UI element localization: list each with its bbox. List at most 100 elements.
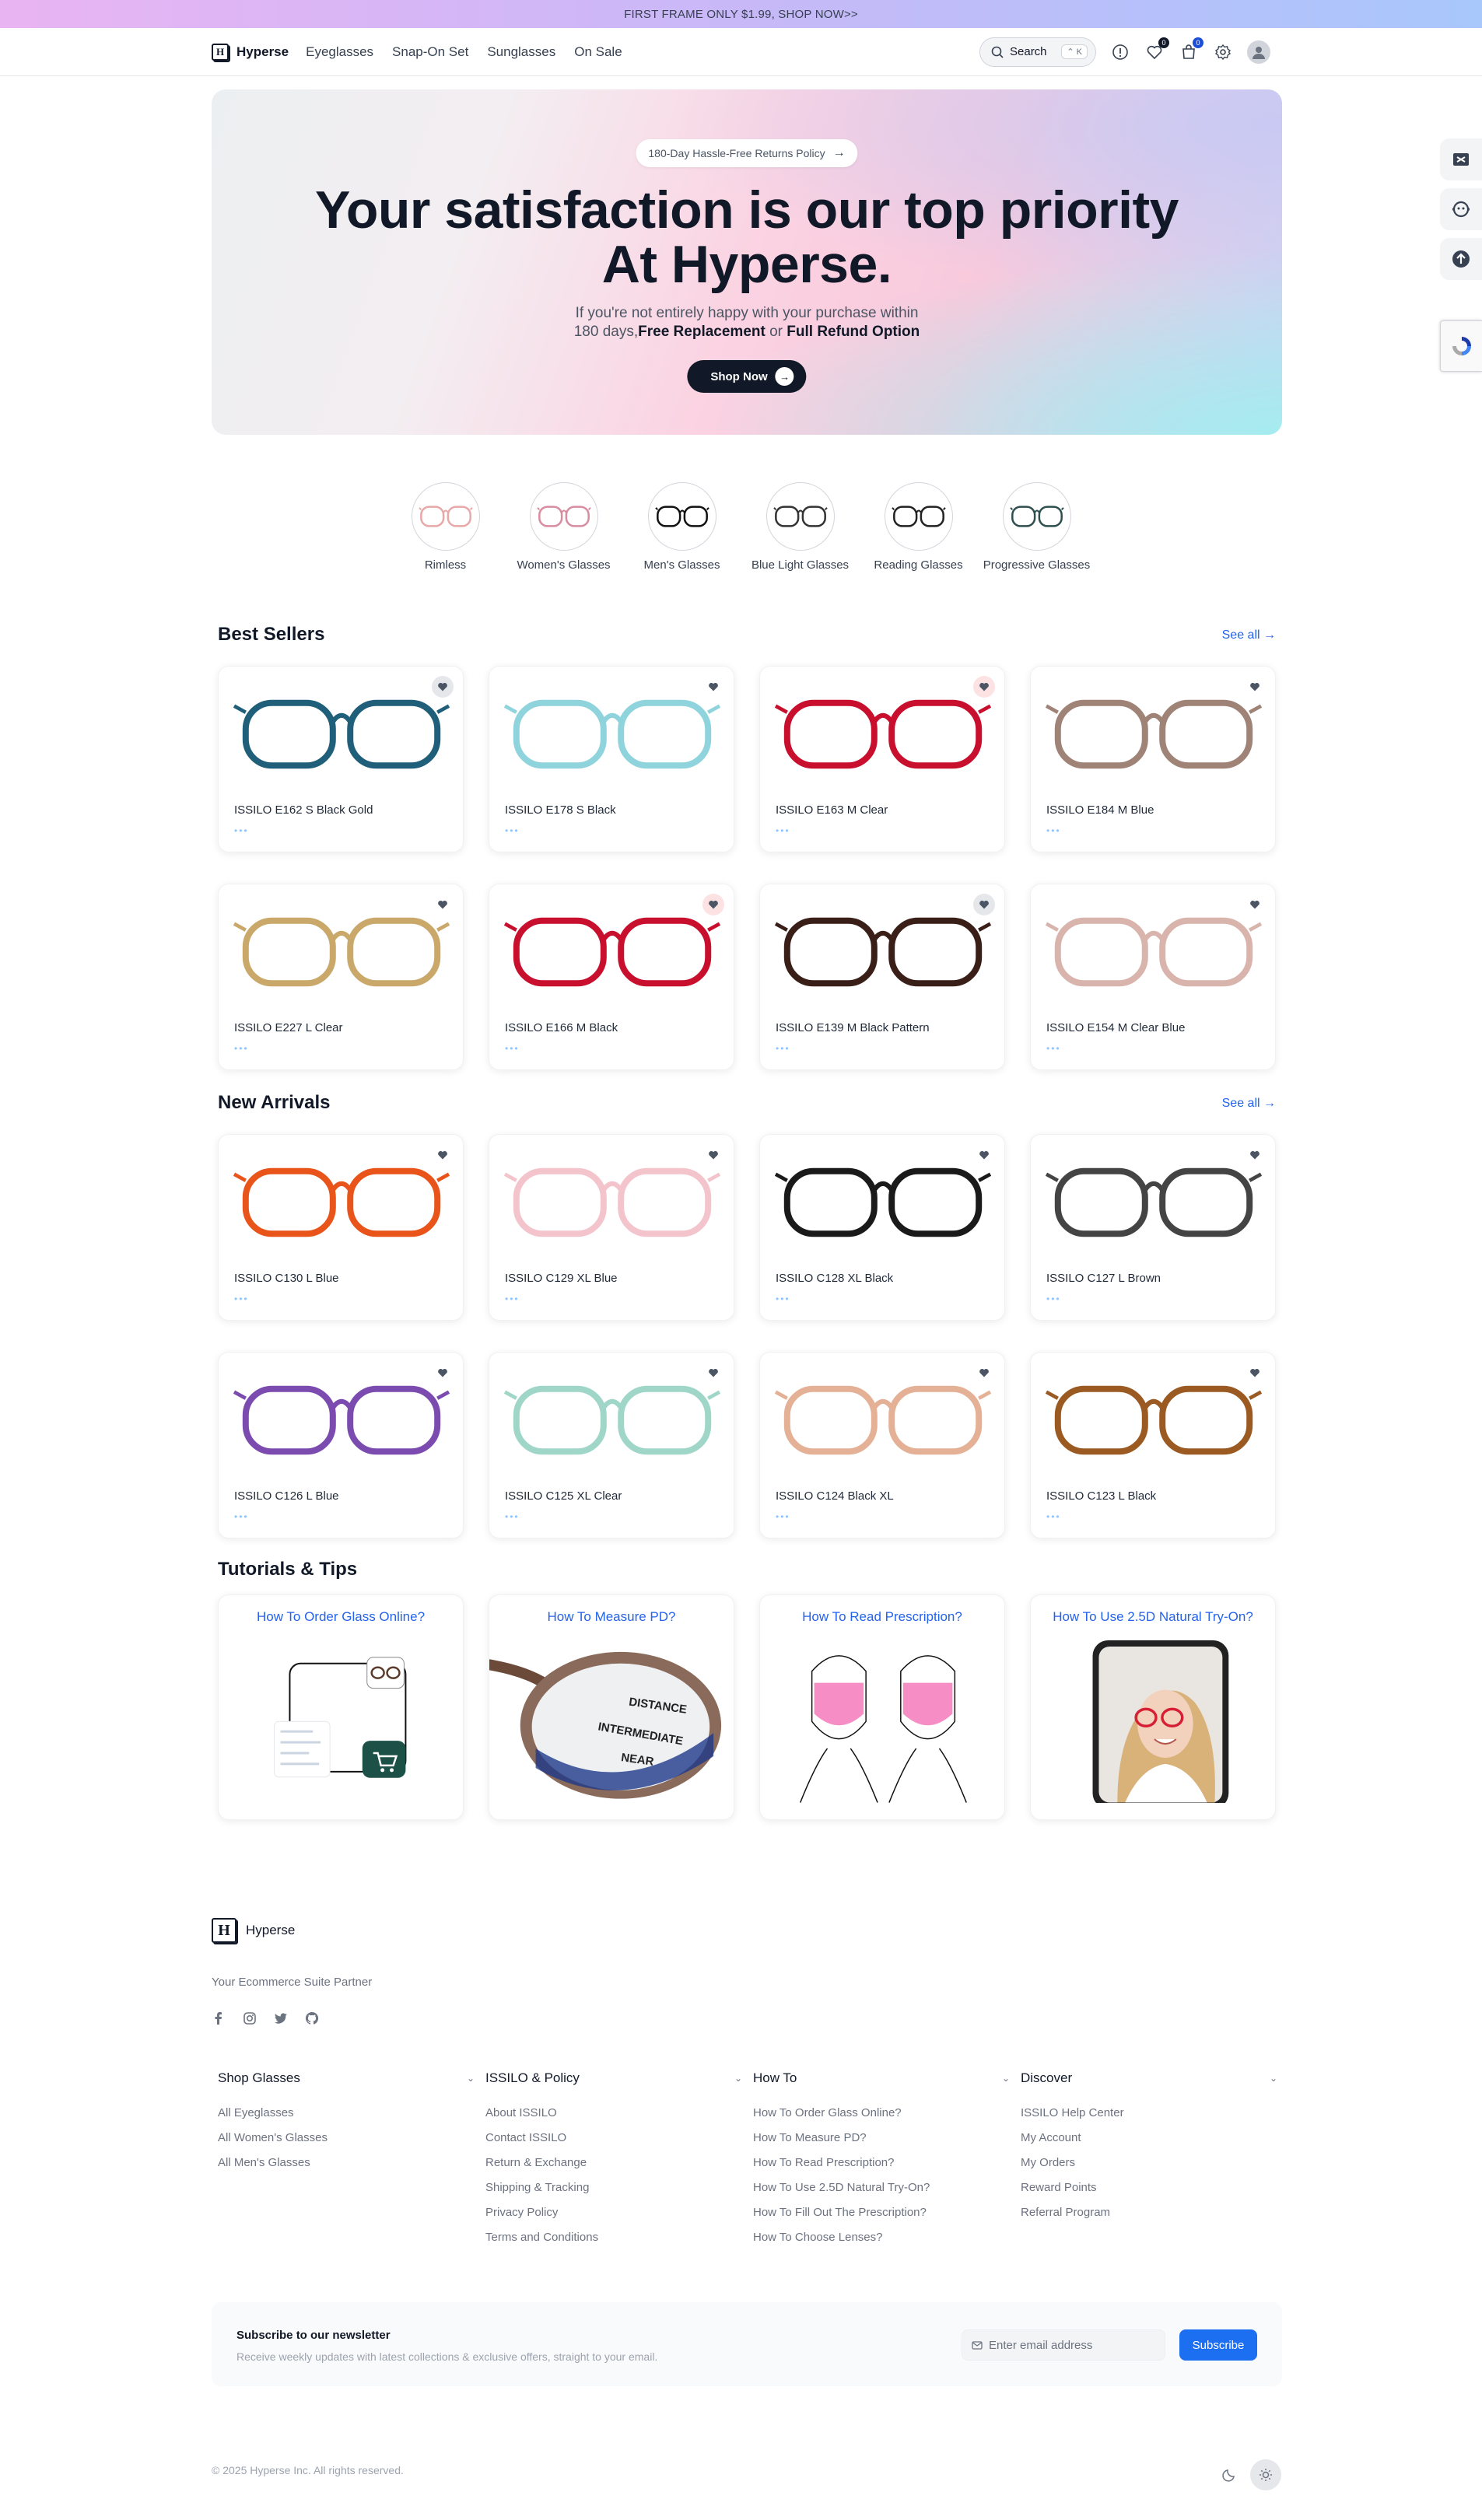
wishlist-toggle[interactable] [702,1362,724,1384]
product-card[interactable]: ISSILO E163 M Clear ••• [759,666,1005,852]
wishlist-toggle[interactable] [973,894,995,915]
category-item[interactable]: Reading Glasses [874,482,963,572]
footer-link[interactable]: All Men's Glasses [218,2156,478,2181]
footer-link[interactable]: My Account [1021,2131,1281,2156]
footer-link[interactable]: How To Use 2.5D Natural Try-On? [753,2181,1013,2206]
product-name[interactable]: ISSILO E154 M Clear Blue [1046,1021,1185,1034]
twitter-icon[interactable] [274,2011,288,2025]
tutorial-card-prescription[interactable]: How To Read Prescription? [759,1594,1005,1820]
promo-text[interactable]: FIRST FRAME ONLY $1.99, SHOP NOW>> [624,8,858,21]
footer-link[interactable]: About ISSILO [485,2106,745,2131]
product-card[interactable]: ISSILO E184 M Blue ••• [1030,666,1276,852]
footer-link[interactable]: How To Read Prescription? [753,2156,1013,2181]
new-arrivals-see-all-link[interactable]: See all → [1222,1097,1276,1111]
footer-link[interactable]: All Women's Glasses [218,2131,478,2156]
product-name[interactable]: ISSILO C130 L Blue [234,1272,339,1285]
product-name[interactable]: ISSILO C125 XL Clear [505,1489,622,1503]
category-item[interactable]: Progressive Glasses [983,482,1090,572]
promo-banner[interactable]: FIRST FRAME ONLY $1.99, SHOP NOW>> [0,0,1482,28]
product-card[interactable]: ISSILO C130 L Blue ••• [218,1134,464,1321]
product-name[interactable]: ISSILO E139 M Black Pattern [776,1021,930,1034]
footer-link[interactable]: Return & Exchange [485,2156,745,2181]
wishlist-toggle[interactable] [973,1144,995,1166]
footer-link[interactable]: All Eyeglasses [218,2106,478,2131]
product-card[interactable]: ISSILO C127 L Brown ••• [1030,1134,1276,1321]
nav-sunglasses[interactable]: Sunglasses [487,44,555,60]
nav-on-sale[interactable]: On Sale [574,44,622,60]
returns-policy-pill[interactable]: 180-Day Hassle-Free Returns Policy → [636,139,858,167]
user-avatar[interactable] [1247,40,1270,64]
product-name[interactable]: ISSILO E227 L Clear [234,1021,343,1034]
footer-link[interactable]: How To Measure PD? [753,2131,1013,2156]
wishlist-toggle[interactable] [702,894,724,915]
product-name[interactable]: ISSILO C126 L Blue [234,1489,339,1503]
facebook-icon[interactable] [212,2011,226,2025]
tutorial-card-try-on[interactable]: How To Use 2.5D Natural Try-On? [1030,1594,1276,1820]
wishlist-toggle[interactable] [702,1144,724,1166]
footer-link[interactable]: Contact ISSILO [485,2131,745,2156]
wishlist-toggle[interactable] [973,1362,995,1384]
footer-column-header[interactable]: Shop Glasses ⌄ [218,2070,475,2086]
product-name[interactable]: ISSILO C127 L Brown [1046,1272,1161,1285]
brand-logo[interactable]: H Hyperse [212,43,289,61]
product-name[interactable]: ISSILO E166 M Black [505,1021,618,1034]
product-name[interactable]: ISSILO E162 S Black Gold [234,803,373,817]
light-mode-toggle[interactable] [1250,2459,1281,2490]
wishlist-button[interactable]: 0 [1144,37,1169,62]
github-icon[interactable] [305,2011,319,2025]
wishlist-toggle[interactable] [1244,894,1266,915]
footer-link[interactable]: How To Fill Out The Prescription? [753,2206,1013,2231]
product-name[interactable]: ISSILO E163 M Clear [776,803,888,817]
tutorial-card-measure-pd[interactable]: How To Measure PD? DISTANCE INTERMEDIATE… [489,1594,734,1820]
newsletter-email-field[interactable]: Enter email address [962,2329,1165,2361]
product-card[interactable]: ISSILO E166 M Black ••• [489,884,734,1070]
shop-now-button[interactable]: Shop Now → [687,360,807,393]
settings-button[interactable] [1213,42,1233,62]
scroll-to-top-button[interactable] [1440,238,1482,280]
wishlist-toggle[interactable] [432,676,454,698]
product-card[interactable]: ISSILO C124 Black XL ••• [759,1352,1005,1538]
wishlist-toggle[interactable] [432,1144,454,1166]
footer-link[interactable]: ISSILO Help Center [1021,2106,1281,2131]
product-card[interactable]: ISSILO C128 XL Black ••• [759,1134,1005,1321]
product-card[interactable]: ISSILO E162 S Black Gold ••• [218,666,464,852]
product-name[interactable]: ISSILO C128 XL Black [776,1272,893,1285]
subscribe-button[interactable]: Subscribe [1179,2329,1257,2361]
wishlist-toggle[interactable] [1244,676,1266,698]
footer-column-header[interactable]: How To ⌄ [753,2070,1010,2086]
search-button[interactable]: Search ⌃ K [979,37,1096,67]
wishlist-toggle[interactable] [432,1362,454,1384]
product-card[interactable]: ISSILO C123 L Black ••• [1030,1352,1276,1538]
product-card[interactable]: ISSILO C125 XL Clear ••• [489,1352,734,1538]
product-card[interactable]: ISSILO C129 XL Blue ••• [489,1134,734,1321]
product-name[interactable]: ISSILO E178 S Black [505,803,616,817]
wishlist-toggle[interactable] [432,894,454,915]
footer-link[interactable]: My Orders [1021,2156,1281,2181]
footer-link[interactable]: Terms and Conditions [485,2231,745,2256]
side-tools-button[interactable] [1440,138,1482,180]
category-item[interactable]: Blue Light Glasses [752,482,849,572]
recaptcha-badge[interactable] [1440,320,1482,372]
product-name[interactable]: ISSILO C123 L Black [1046,1489,1156,1503]
product-name[interactable]: ISSILO E184 M Blue [1046,803,1154,817]
footer-column-header[interactable]: Discover ⌄ [1021,2070,1277,2086]
wishlist-toggle[interactable] [702,676,724,698]
wishlist-toggle[interactable] [1244,1362,1266,1384]
footer-column-header[interactable]: ISSILO & Policy ⌄ [485,2070,742,2086]
dark-mode-toggle[interactable] [1220,2466,1239,2484]
product-card[interactable]: ISSILO E139 M Black Pattern ••• [759,884,1005,1070]
product-name[interactable]: ISSILO C124 Black XL [776,1489,894,1503]
product-card[interactable]: ISSILO E154 M Clear Blue ••• [1030,884,1276,1070]
category-item[interactable]: Women's Glasses [517,482,611,572]
footer-link[interactable]: Referral Program [1021,2206,1281,2231]
product-card[interactable]: ISSILO C126 L Blue ••• [218,1352,464,1538]
cart-button[interactable]: 0 [1179,37,1203,62]
product-card[interactable]: ISSILO E227 L Clear ••• [218,884,464,1070]
product-name[interactable]: ISSILO C129 XL Blue [505,1272,618,1285]
footer-link[interactable]: Shipping & Tracking [485,2181,745,2206]
wishlist-toggle[interactable] [1244,1144,1266,1166]
footer-link[interactable]: How To Order Glass Online? [753,2106,1013,2131]
tutorial-card-order[interactable]: How To Order Glass Online? [218,1594,464,1820]
product-card[interactable]: ISSILO E178 S Black ••• [489,666,734,852]
footer-link[interactable]: Reward Points [1021,2181,1281,2206]
